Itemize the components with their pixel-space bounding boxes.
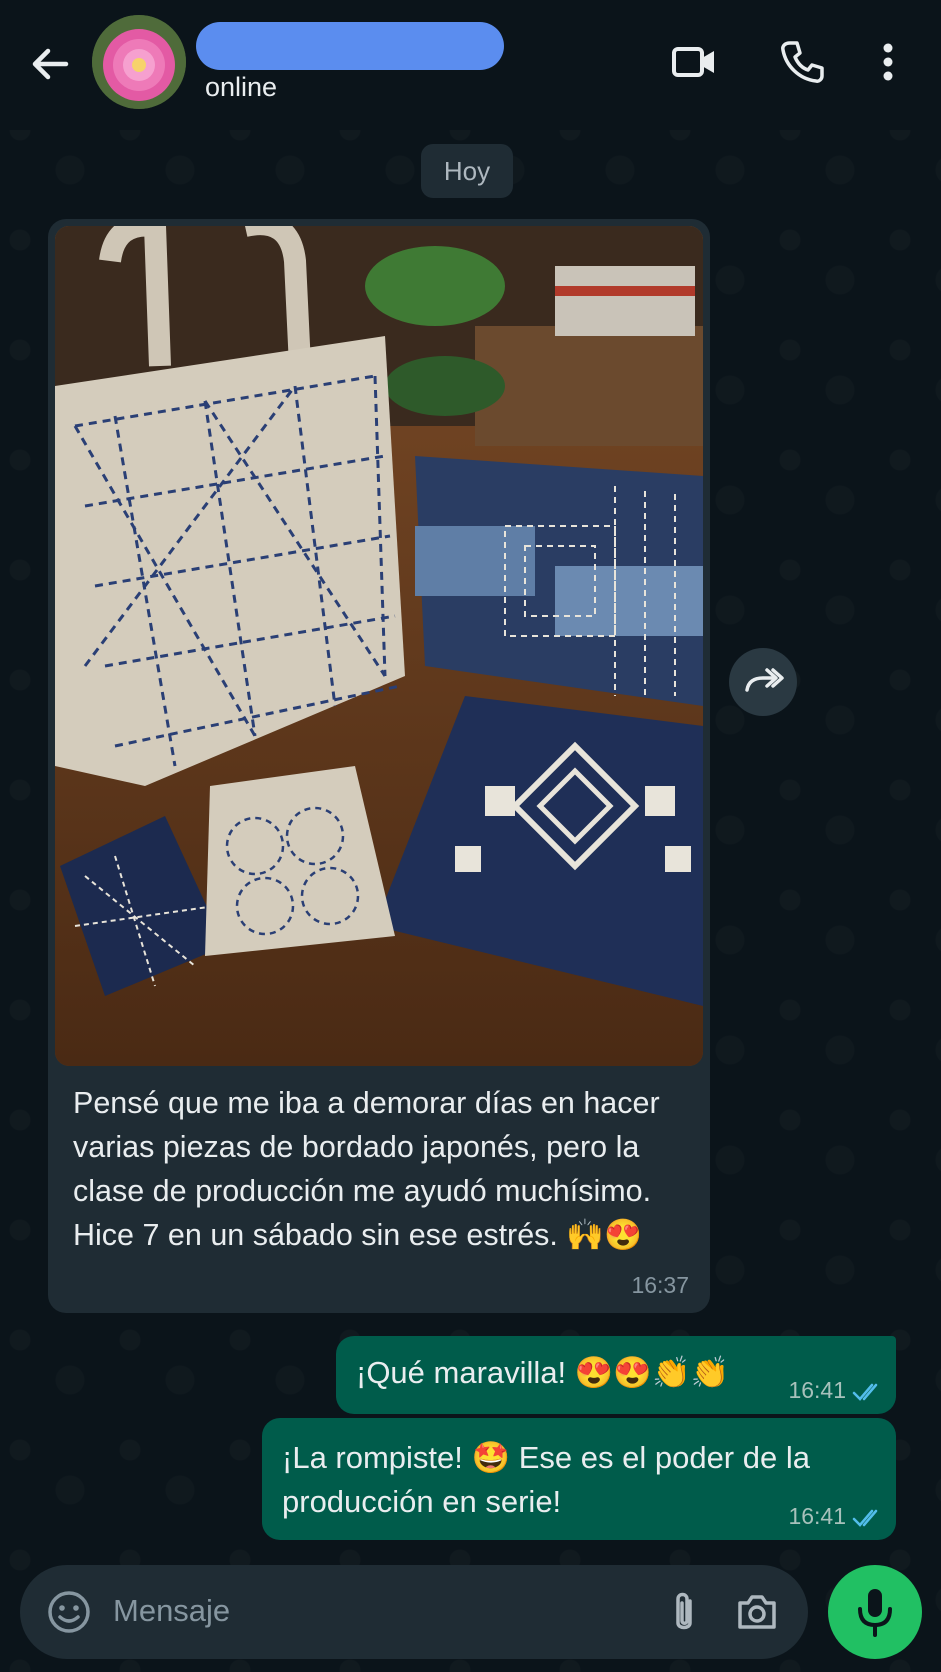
outgoing-message[interactable]: ¡La rompiste! 🤩 Ese es el poder de la pr…: [262, 1418, 896, 1540]
video-call-icon[interactable]: [668, 36, 720, 88]
contact-status: online: [205, 72, 278, 102]
outgoing-message-time: 16:41: [788, 1377, 846, 1403]
forward-icon: [745, 668, 784, 692]
forward-button[interactable]: [729, 648, 797, 716]
camera-icon[interactable]: [732, 1587, 782, 1637]
attach-icon[interactable]: [660, 1587, 708, 1637]
phone-icon[interactable]: [776, 36, 828, 88]
outgoing-message[interactable]: ¡Qué maravilla! 😍😍👏👏 16:41: [336, 1336, 896, 1414]
emoji-icon[interactable]: [44, 1587, 94, 1637]
incoming-image-message[interactable]: Pensé que me iba a demorar días en hacer…: [48, 219, 710, 1313]
message-photo[interactable]: [55, 226, 703, 1066]
outgoing-message-text: ¡La rompiste! 🤩 Ese es el poder de la pr…: [282, 1440, 810, 1519]
outgoing-message-text: ¡Qué maravilla! 😍😍👏👏: [356, 1355, 730, 1390]
incoming-message-text: Pensé que me iba a demorar días en hacer…: [73, 1086, 660, 1252]
contact-name-redacted[interactable]: [196, 22, 504, 70]
back-arrow-icon[interactable]: [26, 40, 74, 88]
read-receipt-icon: [852, 1383, 878, 1401]
date-separator: Hoy: [421, 144, 513, 198]
message-composer[interactable]: Mensaje: [20, 1565, 808, 1659]
message-input[interactable]: Mensaje: [113, 1593, 230, 1629]
chat-header: online: [0, 0, 941, 130]
mic-button[interactable]: [828, 1565, 922, 1659]
avatar[interactable]: [92, 15, 186, 109]
mic-icon: [858, 1589, 892, 1637]
read-receipt-icon: [852, 1509, 878, 1527]
outgoing-message-time: 16:41: [788, 1503, 846, 1529]
more-vert-icon[interactable]: [862, 36, 914, 88]
incoming-message-time: 16:37: [631, 1272, 689, 1298]
